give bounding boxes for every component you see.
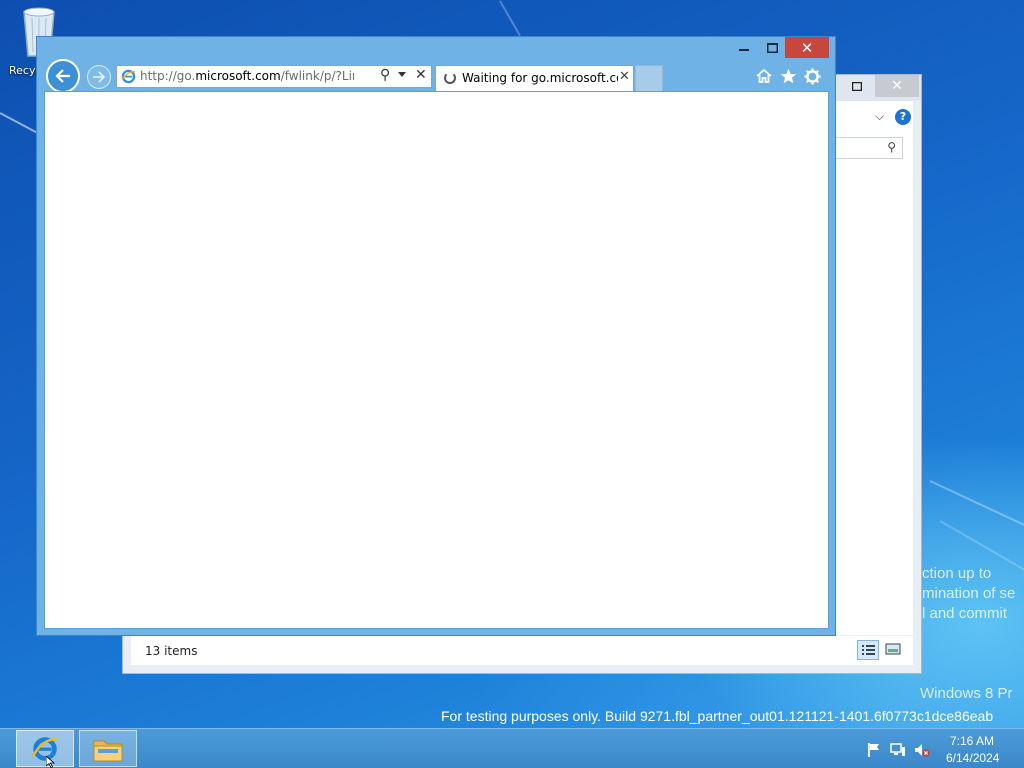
taskbar: 7:16 AM 6/14/2024	[0, 728, 1024, 768]
close-icon: ✕	[891, 78, 903, 94]
watermark-line: l and commit	[922, 605, 1008, 622]
explorer-search-box[interactable]: ⚲	[835, 137, 903, 159]
minimize-button[interactable]	[731, 37, 757, 58]
ie-page-icon	[121, 69, 136, 84]
status-item-count: 13 items	[145, 644, 198, 658]
explorer-status-bar: 13 items	[131, 635, 913, 665]
mouse-cursor-icon	[46, 756, 56, 768]
search-icon: ⚲	[887, 140, 896, 154]
star-icon	[780, 68, 796, 84]
address-bar[interactable]: http://go.microsoft.com/fwlink/p/?LinkId…	[116, 65, 432, 88]
desktop: Recycle Bin ✕ ⌵ ? ⚲ 13 items	[0, 0, 1024, 728]
wallpaper-streak	[499, 0, 521, 37]
details-view-icon	[862, 645, 875, 655]
tab-active[interactable]: Waiting for go.microsoft.com... ✕	[435, 65, 634, 91]
back-button[interactable]	[46, 59, 80, 93]
flag-icon	[868, 743, 879, 757]
folder-icon	[93, 740, 123, 761]
search-icon[interactable]: ⚲	[380, 67, 390, 83]
minimize-icon	[739, 48, 749, 51]
tab-close-icon[interactable]: ✕	[619, 69, 630, 84]
gear-icon[interactable]	[801, 65, 823, 87]
details-view-button[interactable]	[857, 640, 879, 660]
large-icons-view-button[interactable]	[883, 640, 905, 660]
stop-icon[interactable]: ✕	[415, 67, 427, 83]
url-prefix: http://go.	[140, 69, 196, 83]
url-suffix: /fwlink/p/?LinkId=255141	[280, 69, 354, 83]
speaker-icon	[915, 744, 930, 757]
home-icon[interactable]	[753, 65, 775, 87]
forward-arrow-icon	[93, 71, 106, 83]
explorer-maximize-button[interactable]	[843, 75, 871, 97]
taskbar-internet-explorer[interactable]	[16, 730, 74, 767]
close-icon: ✕	[800, 38, 814, 57]
new-tab-button[interactable]	[635, 65, 663, 91]
clock-time[interactable]: 7:16 AM	[950, 734, 994, 748]
gear-icon-shape	[803, 67, 821, 85]
watermark-line: ction up to	[922, 565, 992, 582]
large-icons-view-icon	[885, 643, 901, 655]
address-url[interactable]: http://go.microsoft.com/fwlink/p/?LinkId…	[140, 69, 354, 83]
dropdown-arrow-icon[interactable]	[398, 72, 406, 77]
volume-muted-icon[interactable]	[914, 742, 930, 758]
internet-explorer-window[interactable]: ✕ http://go.microsoft.com/fwlink/p/?Link…	[36, 36, 836, 636]
home-icon-shape	[756, 68, 772, 83]
watermark-product: Windows 8 Pr	[920, 685, 1013, 702]
loading-spinner-icon	[444, 72, 456, 84]
taskbar-file-explorer[interactable]	[79, 730, 137, 767]
maximize-icon	[766, 42, 778, 53]
action-center-flag-icon[interactable]	[866, 742, 882, 758]
network-monitor-icon	[890, 743, 905, 756]
maximize-icon	[852, 81, 862, 91]
help-icon[interactable]: ?	[895, 109, 911, 125]
watermark-build: For testing purposes only. Build 9271.fb…	[441, 708, 994, 724]
url-domain: microsoft.com	[195, 69, 281, 83]
chevron-down-icon[interactable]: ⌵	[875, 109, 884, 124]
network-icon[interactable]	[890, 742, 906, 758]
page-content-area[interactable]	[44, 91, 829, 629]
forward-button[interactable]	[87, 65, 111, 89]
watermark-line: mination of se	[922, 585, 1016, 602]
back-arrow-icon	[55, 69, 70, 83]
explorer-close-button[interactable]: ✕	[875, 75, 919, 97]
favorites-star-icon[interactable]	[777, 65, 799, 87]
tab-title: Waiting for go.microsoft.com...	[462, 71, 618, 85]
maximize-button[interactable]	[759, 37, 785, 58]
close-button[interactable]: ✕	[785, 37, 829, 58]
clock-date[interactable]: 6/14/2024	[946, 751, 999, 765]
